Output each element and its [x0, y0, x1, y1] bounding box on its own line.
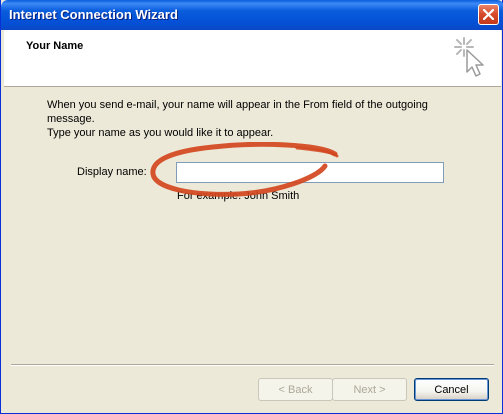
intro-line-2: Type your name as you would like it to a… [47, 127, 274, 139]
window-title: Internet Connection Wizard [9, 7, 178, 22]
display-name-input[interactable] [176, 162, 444, 183]
example-text: For example: John Smith [177, 190, 300, 202]
wizard-window: Internet Connection Wizard Your Name Whe… [0, 0, 503, 414]
intro-text: When you send e-mail, your name will app… [47, 98, 477, 140]
back-button[interactable]: < Back [258, 378, 333, 401]
close-button[interactable] [478, 4, 499, 25]
intro-line-1: When you send e-mail, your name will app… [47, 99, 428, 125]
button-separator [11, 364, 494, 366]
page-title: Your Name [26, 40, 84, 52]
wizard-sparkle-cursor-icon [454, 37, 484, 77]
wizard-header: Your Name [4, 30, 501, 87]
close-icon [483, 9, 494, 20]
next-button[interactable]: Next > [332, 378, 407, 401]
title-bar[interactable]: Internet Connection Wizard [1, 0, 503, 30]
display-name-label: Display name: [77, 166, 147, 178]
cancel-button[interactable]: Cancel [414, 378, 489, 401]
